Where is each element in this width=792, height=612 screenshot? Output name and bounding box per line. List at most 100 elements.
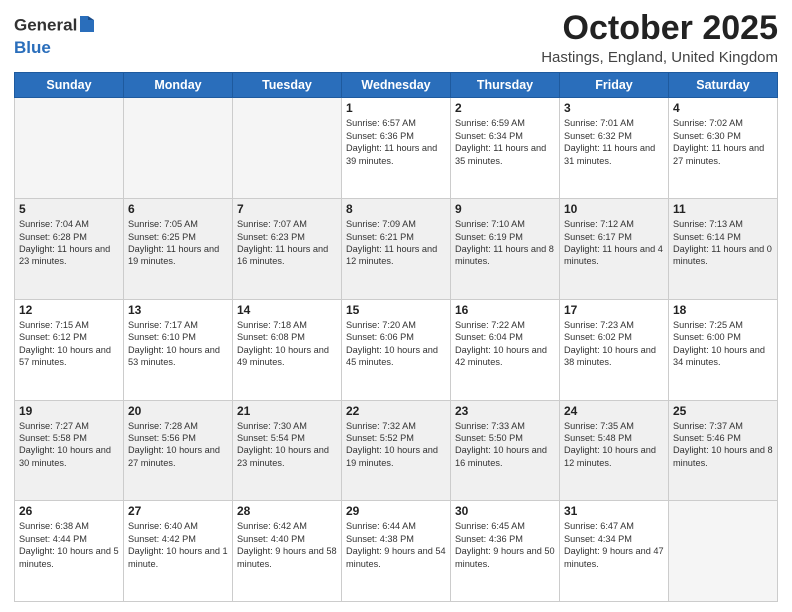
calendar-cell-17: 17 Sunrise: 7:23 AMSunset: 6:02 PMDayligh… [560,299,669,400]
day-number: 24 [564,404,664,418]
cell-details: Sunrise: 7:32 AMSunset: 5:52 PMDaylight:… [346,420,446,470]
day-number: 11 [673,202,773,216]
day-number: 25 [673,404,773,418]
calendar-cell-1: 1 Sunrise: 6:57 AMSunset: 6:36 PMDaylight… [342,98,451,199]
cell-details: Sunrise: 7:10 AMSunset: 6:19 PMDaylight:… [455,218,555,268]
cell-details: Sunrise: 7:22 AMSunset: 6:04 PMDaylight:… [455,319,555,369]
cell-details: Sunrise: 7:05 AMSunset: 6:25 PMDaylight:… [128,218,228,268]
col-header-sunday: Sunday [15,73,124,98]
calendar-cell-6: 6Sunrise: 7:05 AMSunset: 6:25 PMDaylight… [124,199,233,300]
calendar-cell-30: 30 Sunrise: 6:45 AMSunset: 4:36 PMDayligh… [451,501,560,602]
cell-details: Sunrise: 7:30 AMSunset: 5:54 PMDaylight:… [237,420,337,470]
cell-details: Sunrise: 7:28 AMSunset: 5:56 PMDaylight:… [128,420,228,470]
cell-details: Sunrise: 7:20 AMSunset: 6:06 PMDaylight:… [346,319,446,369]
cell-details: Sunrise: 7:33 AMSunset: 5:50 PMDaylight:… [455,420,555,470]
calendar-row-3: 19 Sunrise: 7:27 AMSunset: 5:58 PMDayligh… [15,400,778,501]
cell-details: Sunrise: 7:17 AMSunset: 6:10 PMDaylight:… [128,319,228,369]
page: General Blue October 2025 Hastings, Engl… [0,0,792,612]
cell-details: Sunrise: 7:18 AMSunset: 6:08 PMDaylight:… [237,319,337,369]
cell-details: Sunrise: 7:27 AMSunset: 5:58 PMDaylight:… [19,420,119,470]
calendar-cell-18: 18 Sunrise: 7:25 AMSunset: 6:00 PMDayligh… [669,299,778,400]
calendar-cell-16: 16 Sunrise: 7:22 AMSunset: 6:04 PMDayligh… [451,299,560,400]
day-number: 16 [455,303,555,317]
calendar-cell-12: 12 Sunrise: 7:15 AMSunset: 6:12 PMDayligh… [15,299,124,400]
title-block: October 2025 Hastings, England, United K… [541,10,778,66]
calendar-cell-28: 28Sunrise: 6:42 AMSunset: 4:40 PMDayligh… [233,501,342,602]
day-number: 7 [237,202,337,216]
cell-details: Sunrise: 7:04 AMSunset: 6:28 PMDaylight:… [19,218,119,268]
calendar-cell-7: 7 Sunrise: 7:07 AMSunset: 6:23 PMDaylight… [233,199,342,300]
cell-details: Sunrise: 7:25 AMSunset: 6:00 PMDaylight:… [673,319,773,369]
logo-icon [78,14,96,39]
calendar-cell-empty [669,501,778,602]
calendar-cell-8: 8 Sunrise: 7:09 AMSunset: 6:21 PMDaylight… [342,199,451,300]
day-number: 19 [19,404,119,418]
day-number: 1 [346,101,446,115]
logo-general: General [14,16,77,35]
calendar-row-1: 5 Sunrise: 7:04 AMSunset: 6:28 PMDaylight… [15,199,778,300]
cell-details: Sunrise: 7:09 AMSunset: 6:21 PMDaylight:… [346,218,446,268]
day-number: 15 [346,303,446,317]
cell-details: Sunrise: 6:42 AMSunset: 4:40 PMDaylight:… [237,520,337,570]
cell-details: Sunrise: 7:15 AMSunset: 6:12 PMDaylight:… [19,319,119,369]
calendar-cell-22: 22 Sunrise: 7:32 AMSunset: 5:52 PMDayligh… [342,400,451,501]
cell-details: Sunrise: 7:23 AMSunset: 6:02 PMDaylight:… [564,319,664,369]
day-number: 20 [128,404,228,418]
day-number: 30 [455,504,555,518]
col-header-thursday: Thursday [451,73,560,98]
calendar-cell-15: 15 Sunrise: 7:20 AMSunset: 6:06 PMDayligh… [342,299,451,400]
title-month: October 2025 [541,10,778,47]
cell-details: Sunrise: 6:45 AMSunset: 4:36 PMDaylight:… [455,520,555,570]
day-number: 27 [128,504,228,518]
calendar-cell-empty [233,98,342,199]
cell-details: Sunrise: 7:35 AMSunset: 5:48 PMDaylight:… [564,420,664,470]
cell-details: Sunrise: 6:47 AMSunset: 4:34 PMDaylight:… [564,520,664,570]
logo: General Blue [14,14,96,57]
day-number: 14 [237,303,337,317]
day-number: 5 [19,202,119,216]
calendar-cell-31: 31 Sunrise: 6:47 AMSunset: 4:34 PMDayligh… [560,501,669,602]
calendar-cell-9: 9 Sunrise: 7:10 AMSunset: 6:19 PMDaylight… [451,199,560,300]
calendar-cell-25: 25 Sunrise: 7:37 AMSunset: 5:46 PMDayligh… [669,400,778,501]
calendar-cell-13: 13 Sunrise: 7:17 AMSunset: 6:10 PMDayligh… [124,299,233,400]
day-number: 23 [455,404,555,418]
day-number: 17 [564,303,664,317]
day-number: 2 [455,101,555,115]
cell-details: Sunrise: 6:57 AMSunset: 6:36 PMDaylight:… [346,117,446,167]
calendar-cell-empty [124,98,233,199]
col-header-friday: Friday [560,73,669,98]
day-number: 18 [673,303,773,317]
logo-text: General Blue [14,14,96,57]
cell-details: Sunrise: 7:01 AMSunset: 6:32 PMDaylight:… [564,117,664,167]
cell-details: Sunrise: 7:37 AMSunset: 5:46 PMDaylight:… [673,420,773,470]
col-header-tuesday: Tuesday [233,73,342,98]
calendar-cell-3: 3Sunrise: 7:01 AMSunset: 6:32 PMDaylight… [560,98,669,199]
cell-details: Sunrise: 6:44 AMSunset: 4:38 PMDaylight:… [346,520,446,570]
calendar-cell-11: 11Sunrise: 7:13 AMSunset: 6:14 PMDayligh… [669,199,778,300]
calendar-cell-19: 19 Sunrise: 7:27 AMSunset: 5:58 PMDayligh… [15,400,124,501]
calendar-row-2: 12 Sunrise: 7:15 AMSunset: 6:12 PMDayligh… [15,299,778,400]
calendar-table: SundayMondayTuesdayWednesdayThursdayFrid… [14,72,778,602]
day-number: 13 [128,303,228,317]
logo-general-line: General [14,14,96,39]
calendar-row-0: 1 Sunrise: 6:57 AMSunset: 6:36 PMDaylight… [15,98,778,199]
cell-details: Sunrise: 6:59 AMSunset: 6:34 PMDaylight:… [455,117,555,167]
calendar-cell-27: 27Sunrise: 6:40 AMSunset: 4:42 PMDayligh… [124,501,233,602]
cell-details: Sunrise: 7:07 AMSunset: 6:23 PMDaylight:… [237,218,337,268]
day-number: 12 [19,303,119,317]
day-number: 22 [346,404,446,418]
col-header-monday: Monday [124,73,233,98]
calendar-cell-21: 21Sunrise: 7:30 AMSunset: 5:54 PMDayligh… [233,400,342,501]
day-number: 9 [455,202,555,216]
calendar-row-4: 26Sunrise: 6:38 AMSunset: 4:44 PMDayligh… [15,501,778,602]
cell-details: Sunrise: 7:02 AMSunset: 6:30 PMDaylight:… [673,117,773,167]
day-number: 31 [564,504,664,518]
calendar-cell-2: 2 Sunrise: 6:59 AMSunset: 6:34 PMDaylight… [451,98,560,199]
cell-details: Sunrise: 7:12 AMSunset: 6:17 PMDaylight:… [564,218,664,268]
calendar-cell-26: 26Sunrise: 6:38 AMSunset: 4:44 PMDayligh… [15,501,124,602]
calendar-cell-23: 23 Sunrise: 7:33 AMSunset: 5:50 PMDayligh… [451,400,560,501]
calendar-cell-empty [15,98,124,199]
day-number: 29 [346,504,446,518]
day-number: 8 [346,202,446,216]
calendar-cell-14: 14 Sunrise: 7:18 AMSunset: 6:08 PMDayligh… [233,299,342,400]
